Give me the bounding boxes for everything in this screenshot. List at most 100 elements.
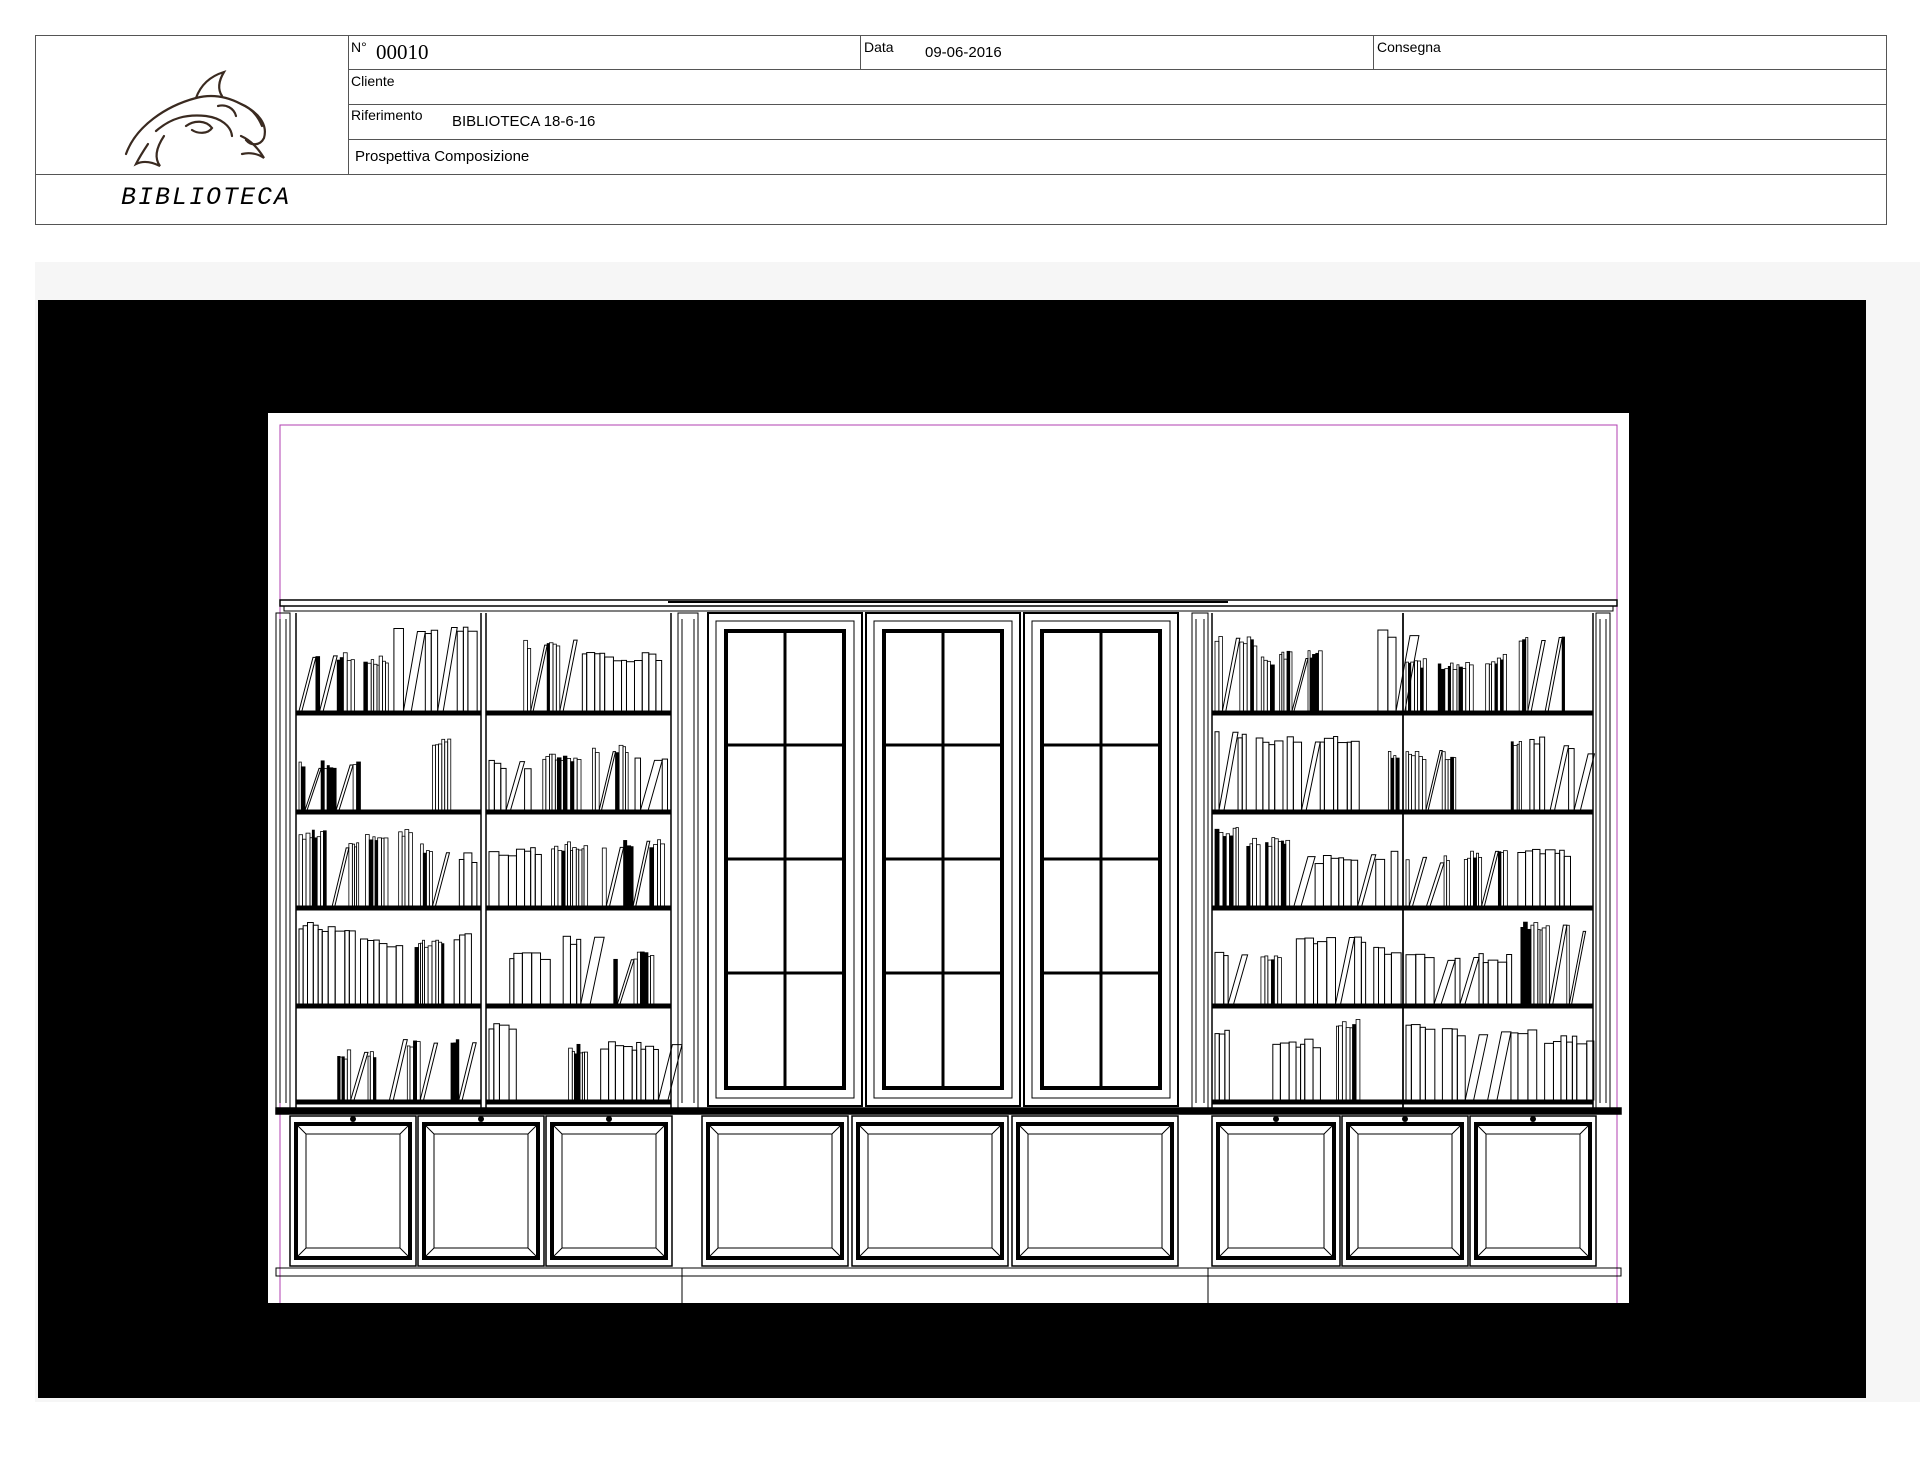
- book: [430, 629, 439, 712]
- book: [1214, 731, 1220, 811]
- plinth: [275, 1267, 1622, 1277]
- leaning-book: [1573, 753, 1596, 811]
- number-value: 00010: [376, 40, 429, 64]
- book: [344, 930, 350, 1005]
- book: [1450, 756, 1454, 811]
- book: [488, 1028, 495, 1101]
- book: [323, 768, 328, 811]
- book: [453, 939, 461, 1005]
- leaning-book: [1408, 856, 1428, 907]
- leaning-book: [1227, 954, 1249, 1005]
- book: [1273, 955, 1279, 1005]
- book: [1355, 1019, 1361, 1101]
- book: [1295, 938, 1306, 1005]
- book: [578, 849, 583, 907]
- book: [435, 939, 439, 1005]
- leaning-book: [1218, 731, 1239, 811]
- book: [1454, 957, 1461, 1005]
- book: [413, 1040, 417, 1101]
- book: [1314, 863, 1324, 907]
- book: [1395, 757, 1400, 811]
- book: [1249, 843, 1254, 907]
- shelf: [295, 710, 482, 716]
- book: [567, 841, 571, 907]
- book: [1491, 661, 1496, 712]
- book: [441, 943, 445, 1005]
- book: [1552, 1041, 1562, 1101]
- leaning-book: [402, 631, 426, 712]
- drawing-title: BIBLIOTECA: [121, 183, 292, 212]
- book: [398, 831, 403, 907]
- book: [508, 1028, 517, 1101]
- book: [1497, 961, 1508, 1005]
- book: [1229, 835, 1234, 907]
- book: [625, 661, 635, 712]
- cabinet-door-panel: [1216, 1122, 1336, 1260]
- book: [1214, 1033, 1220, 1101]
- book: [432, 744, 436, 811]
- book: [350, 659, 355, 712]
- book: [570, 761, 575, 811]
- book: [1288, 1041, 1297, 1101]
- book: [1268, 744, 1276, 811]
- shelf: [1211, 905, 1404, 911]
- book: [1560, 1035, 1568, 1101]
- book: [1563, 855, 1572, 907]
- book: [1338, 1025, 1343, 1101]
- book: [1533, 922, 1539, 1005]
- book: [328, 767, 334, 811]
- leaning-book: [1433, 959, 1456, 1005]
- book: [615, 752, 620, 811]
- book: [1264, 955, 1269, 1005]
- book: [1487, 959, 1499, 1005]
- book: [1300, 1043, 1306, 1101]
- cabinet-inner-panel: [717, 1133, 833, 1249]
- book: [1313, 943, 1319, 1005]
- book: [1272, 1043, 1281, 1101]
- book: [456, 630, 464, 712]
- cabinet-door-frame: [1211, 1115, 1341, 1267]
- leaning-book: [639, 759, 663, 811]
- book: [1360, 941, 1367, 1005]
- book: [1354, 936, 1362, 1005]
- leaning-book: [458, 1042, 477, 1101]
- book: [634, 757, 642, 811]
- book: [1260, 956, 1266, 1005]
- book: [1256, 844, 1261, 907]
- book: [1241, 733, 1247, 811]
- book: [636, 951, 641, 1005]
- book: [1266, 660, 1271, 712]
- book: [552, 643, 557, 712]
- book: [1343, 859, 1352, 907]
- view-description: Prospettiva Composizione: [355, 148, 530, 165]
- book: [1440, 668, 1446, 712]
- leaning-book: [1527, 640, 1546, 712]
- cabinet-door-frame: [851, 1115, 1009, 1267]
- book: [1418, 756, 1423, 811]
- book: [1271, 959, 1275, 1005]
- book: [1237, 737, 1243, 811]
- book: [313, 837, 318, 907]
- book: [583, 845, 589, 907]
- book: [1262, 741, 1270, 811]
- book: [356, 842, 360, 907]
- book: [1279, 1042, 1290, 1101]
- leaning-book: [1568, 930, 1587, 1005]
- cabinet-knob: [1402, 1116, 1408, 1122]
- book: [1530, 924, 1535, 1005]
- book: [343, 1058, 348, 1101]
- book: [640, 1048, 647, 1101]
- book: [515, 848, 526, 907]
- book: [386, 946, 397, 1005]
- leaning-book: [335, 764, 354, 811]
- leaning-book: [632, 840, 651, 907]
- book: [471, 861, 478, 907]
- book: [424, 633, 432, 712]
- book: [1295, 1046, 1302, 1101]
- pilaster: [1191, 612, 1209, 1109]
- book: [373, 663, 378, 712]
- book: [640, 951, 645, 1005]
- shelf: [295, 905, 482, 911]
- leaning-book: [530, 644, 548, 712]
- book: [1527, 1029, 1538, 1101]
